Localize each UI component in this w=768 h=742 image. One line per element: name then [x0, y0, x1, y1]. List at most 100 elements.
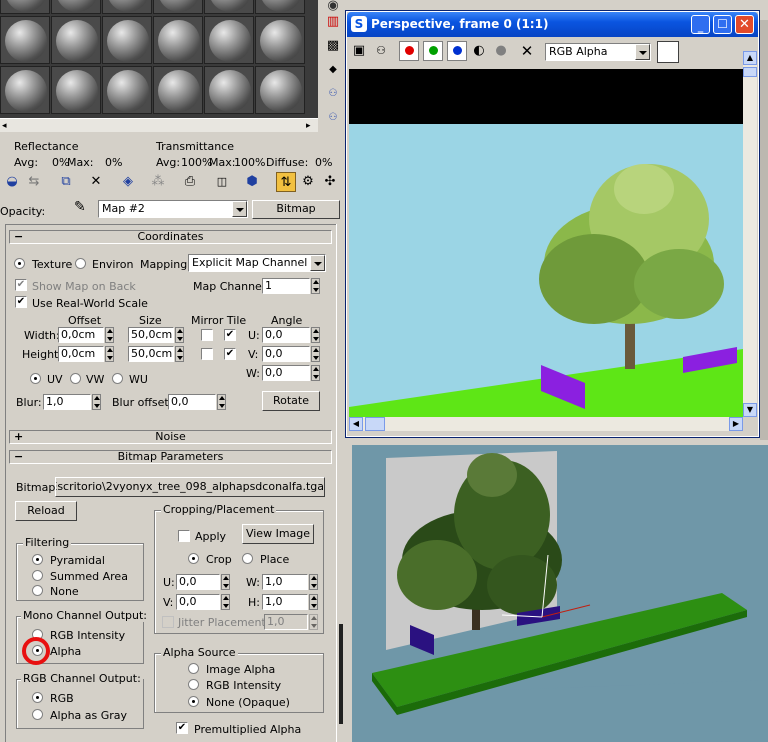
put-to-library-icon[interactable]: ⁂ — [148, 172, 168, 192]
premultiplied-alpha-checkbox[interactable]: ✔ — [176, 722, 188, 734]
size-width-spinner[interactable] — [175, 327, 184, 343]
bitmap-path-button[interactable]: arcos\Escritorio\2vyonyx_tree_098_alphap… — [55, 477, 325, 497]
sample-slot[interactable] — [153, 0, 203, 14]
scroll-right-arrow[interactable]: ▶ — [729, 417, 743, 431]
scroll-down-arrow[interactable]: ▼ — [743, 403, 757, 417]
scroll-left-arrow[interactable]: ◀ — [349, 417, 363, 431]
crop-h-spinner[interactable] — [309, 594, 318, 610]
noise-rollout-header[interactable]: + Noise — [9, 430, 332, 444]
jitter-placement-input[interactable]: 1,0 — [264, 614, 308, 630]
assign-to-selection-icon[interactable]: ⧉ — [56, 172, 76, 192]
image-alpha-radio[interactable] — [188, 663, 199, 674]
sample-slot[interactable] — [0, 0, 50, 14]
minimize-button[interactable]: _ — [691, 15, 710, 34]
panel-scroll-thumb[interactable] — [339, 624, 343, 724]
offset-height-input[interactable]: 0,0cm — [58, 346, 104, 362]
offset-width-input[interactable]: 0,0cm — [58, 327, 104, 343]
sample-slot[interactable] — [255, 0, 305, 14]
apply-checkbox[interactable] — [178, 530, 190, 542]
map-name-dropdown[interactable]: Map #2 — [98, 200, 248, 218]
show-map-on-back-checkbox[interactable]: ✔ — [15, 279, 27, 291]
show-map-in-viewport-icon[interactable]: ◫ — [212, 172, 232, 192]
save-bitmap-icon[interactable]: ▣ — [349, 41, 369, 61]
panel-scrollbar[interactable] — [336, 224, 345, 742]
blur-offset-spinner[interactable] — [217, 394, 226, 410]
uv-radio[interactable] — [30, 373, 41, 384]
render-vscrollbar[interactable]: ▲ ▼ — [743, 51, 757, 417]
map-channel-spinner[interactable] — [311, 278, 320, 294]
crop-u-spinner[interactable] — [221, 574, 230, 590]
scroll-right-arrow[interactable]: ▸ — [306, 121, 311, 131]
offset-width-spinner[interactable] — [105, 327, 114, 343]
sample-slot[interactable] — [102, 16, 152, 64]
color-swatch[interactable] — [657, 41, 679, 63]
sample-slot[interactable] — [153, 66, 203, 114]
backlight-icon[interactable]: ▥ — [323, 12, 343, 32]
green-channel-icon[interactable] — [423, 41, 443, 61]
view-image-button[interactable]: View Image — [242, 524, 314, 544]
crop-u-input[interactable]: 0,0 — [176, 574, 220, 590]
map-channel-input[interactable]: 1 — [262, 278, 310, 294]
blur-input[interactable]: 1,0 — [43, 394, 91, 410]
sample-slot[interactable] — [102, 0, 152, 14]
render-hscrollbar[interactable]: ◀ ▶ — [349, 417, 743, 431]
mirror-u-checkbox[interactable] — [201, 329, 213, 341]
go-to-parent-icon[interactable]: ⇅ — [276, 172, 296, 192]
sample-slot[interactable] — [51, 0, 101, 14]
pick-dropper-icon[interactable]: ✎ — [74, 199, 86, 215]
mapping-dropdown[interactable]: Explicit Map Channel — [188, 254, 326, 272]
angle-u-spinner[interactable] — [311, 327, 320, 343]
mirror-v-checkbox[interactable] — [201, 348, 213, 360]
filter-none-radio[interactable] — [32, 585, 43, 596]
sample-slot[interactable] — [0, 16, 50, 64]
red-channel-icon[interactable] — [399, 41, 419, 61]
angle-w-spinner[interactable] — [311, 365, 320, 381]
none-opaque-radio[interactable] — [188, 696, 199, 707]
crop-radio[interactable] — [188, 553, 199, 564]
alpha-channel-icon[interactable]: ◐ — [469, 41, 489, 61]
bitmap-parameters-rollout-header[interactable]: − Bitmap Parameters — [9, 450, 332, 464]
slots-scrollbar[interactable]: ◂ ▸ — [0, 118, 318, 132]
size-height-spinner[interactable] — [175, 346, 184, 362]
alpha-rgb-intensity-radio[interactable] — [188, 679, 199, 690]
reload-button[interactable]: Reload — [15, 501, 77, 521]
get-material-icon[interactable]: ◒ — [2, 172, 22, 192]
angle-w-input[interactable]: 0,0 — [262, 365, 310, 381]
crop-w-spinner[interactable] — [309, 574, 318, 590]
size-height-input[interactable]: 50,0cm — [128, 346, 174, 362]
sample-slot[interactable] — [0, 66, 50, 114]
make-preview-icon[interactable]: ⚇ — [323, 108, 343, 128]
blur-spinner[interactable] — [92, 394, 101, 410]
sample-slot[interactable] — [255, 66, 305, 114]
video-color-check-icon[interactable]: ⚇ — [323, 84, 343, 104]
wu-radio[interactable] — [112, 373, 123, 384]
pick-material-icon[interactable]: ✣ — [320, 172, 340, 192]
scroll-left-arrow[interactable]: ◂ — [2, 121, 7, 131]
angle-u-input[interactable]: 0,0 — [262, 327, 310, 343]
make-unique-icon[interactable]: ◈ — [118, 172, 138, 192]
texture-radio[interactable] — [14, 258, 25, 269]
environ-radio[interactable] — [75, 258, 86, 269]
angle-v-input[interactable]: 0,0 — [262, 346, 310, 362]
map-type-button[interactable]: Bitmap — [252, 200, 340, 219]
rotate-button[interactable]: Rotate — [262, 391, 320, 411]
rgb-radio[interactable] — [32, 692, 43, 703]
sample-slot[interactable] — [204, 66, 254, 114]
scroll-hthumb[interactable] — [365, 417, 385, 431]
jitter-placement-checkbox[interactable] — [162, 616, 174, 628]
maximize-button[interactable]: ☐ — [713, 15, 732, 34]
go-forward-sibling-icon[interactable]: ⚙ — [298, 172, 318, 192]
scroll-thumb[interactable] — [743, 67, 757, 77]
place-radio[interactable] — [242, 553, 253, 564]
crop-w-input[interactable]: 1,0 — [262, 574, 308, 590]
render-title-bar[interactable]: S Perspective, frame 0 (1:1) _ ☐ ✕ — [347, 12, 758, 37]
perspective-viewport[interactable] — [352, 445, 768, 742]
sample-slot[interactable] — [204, 0, 254, 14]
scroll-up-arrow[interactable]: ▲ — [743, 51, 757, 65]
sample-slot[interactable] — [255, 16, 305, 64]
angle-v-spinner[interactable] — [311, 346, 320, 362]
monochrome-icon[interactable]: ● — [491, 41, 511, 61]
sample-slot[interactable] — [204, 16, 254, 64]
material-effects-channel-icon[interactable]: ⎙ — [180, 172, 200, 192]
coordinates-rollout-header[interactable]: − Coordinates — [9, 230, 332, 244]
